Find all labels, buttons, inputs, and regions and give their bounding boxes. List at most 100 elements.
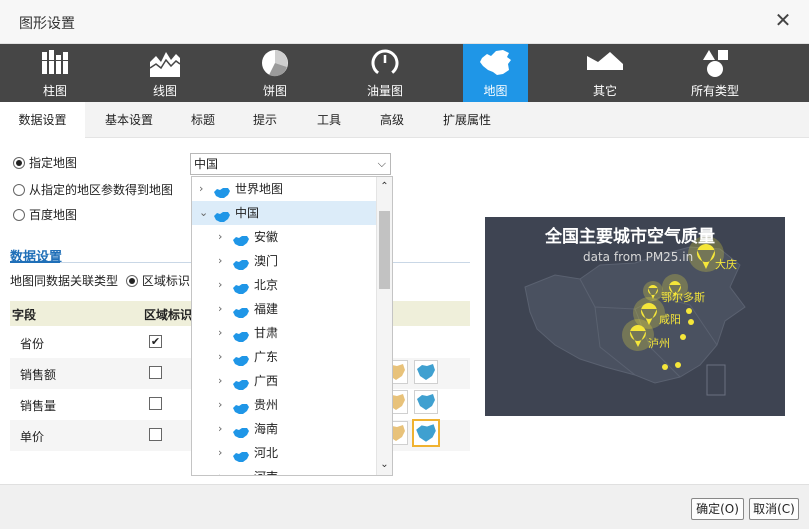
tree-node[interactable]: › 北京 (192, 273, 377, 297)
chart-type-label: 线图 (152, 84, 177, 98)
chart-type-label: 其它 (592, 84, 617, 98)
expander-icon[interactable]: › (218, 417, 222, 441)
cancel-button[interactable]: 取消(C) (749, 498, 799, 520)
radio-button[interactable] (13, 184, 25, 196)
chart-type-pie-chart[interactable]: 饼图 (242, 44, 308, 102)
line-chart-icon (149, 52, 181, 77)
tree-node[interactable]: › 广东 (192, 345, 377, 369)
radio-specified-map[interactable]: 指定地图 (13, 153, 77, 173)
radio-baidu-map[interactable]: 百度地图 (13, 205, 77, 225)
map-tree-dropdown: › 世界地图 ⌄ 中国 › 安徽 › 澳门 › 北京 › 福建 › 甘肃 › 广东 › 广西 › 贵州 › 海南 › 河北 › 河… (191, 176, 393, 476)
radio-label: 指定地图 (29, 156, 78, 170)
chart-type-map[interactable]: 地图 (463, 44, 528, 102)
settings-tabs: 数据设置 基本设置 标题 提示 工具 高级 扩展属性 (0, 102, 809, 139)
expander-icon[interactable]: › (218, 393, 222, 417)
expander-icon[interactable]: › (218, 297, 222, 321)
tab-tooltip[interactable]: 提示 (242, 102, 288, 138)
dialog-titlebar: 图形设置 ✕ (0, 0, 809, 44)
tree-node[interactable]: › 广西 (192, 369, 377, 393)
field-name: 省份 (20, 337, 45, 351)
tree-node[interactable]: › 贵州 (192, 393, 377, 417)
map-preview: 全国主要城市空气质量 data from PM25.in 大庆 鄂尔多斯 咸阳 … (485, 217, 785, 416)
map-style-thumb[interactable] (414, 360, 438, 384)
tab-basic-settings[interactable]: 基本设置 (92, 102, 166, 138)
scrollbar-thumb[interactable] (379, 211, 390, 289)
tree-node-label: 海南 (254, 422, 279, 436)
chart-type-gauge[interactable]: 油量图 (352, 44, 418, 102)
chevron-down-icon[interactable]: ⌄ (377, 457, 392, 473)
china-map-icon (479, 50, 511, 75)
tree-node-label: 广东 (254, 350, 279, 364)
tab-advanced[interactable]: 高级 (369, 102, 415, 138)
ok-button[interactable]: 确定(O) (691, 498, 744, 520)
tree-node[interactable]: ⌄ 中国 (192, 201, 377, 225)
radio-map-from-region-param[interactable]: 从指定的地区参数得到地图 (13, 180, 173, 200)
tree-node-label: 河北 (254, 446, 279, 460)
tree-node-label: 甘肃 (254, 326, 279, 340)
chevron-down-icon[interactable]: ⌵ (378, 154, 386, 174)
region-id-checkbox[interactable] (149, 366, 162, 379)
tree-node-label: 河南 (254, 465, 278, 475)
chevron-up-icon[interactable]: ⌃ (377, 179, 392, 195)
city-label: 咸阳 (659, 313, 681, 326)
region-id-checkbox[interactable] (149, 428, 162, 441)
tree-node[interactable]: › 福建 (192, 297, 377, 321)
region-id-checkbox[interactable]: ✔ (149, 335, 162, 348)
shapes-icon (703, 50, 728, 77)
expander-icon[interactable]: › (218, 345, 222, 369)
col-field: 字段 (12, 308, 37, 322)
assoc-type-label: 地图同数据关联类型 (10, 274, 119, 288)
region-id-checkbox[interactable] (149, 397, 162, 410)
tree-node[interactable]: › 安徽 (192, 225, 377, 249)
tree-node[interactable]: › 澳门 (192, 249, 377, 273)
expander-icon[interactable]: › (199, 177, 203, 201)
map-style-thumb-selected[interactable] (412, 419, 440, 447)
chart-type-bar: 柱图 线图 饼图 油量图 地图 其它 所有类型 (0, 44, 809, 102)
expander-icon[interactable]: › (218, 369, 222, 393)
chart-type-label: 地图 (483, 84, 508, 98)
map-select[interactable]: 中国 ⌵ (190, 153, 391, 175)
tree-node[interactable]: › 河南 (192, 465, 377, 475)
tree-node[interactable]: › 河北 (192, 441, 377, 465)
map-node-icon (232, 471, 250, 475)
expander-icon[interactable]: › (218, 225, 222, 249)
chart-type-all[interactable]: 所有类型 (682, 44, 748, 102)
tab-data-settings[interactable]: 数据设置 (0, 102, 85, 139)
chart-type-line-chart[interactable]: 线图 (132, 44, 198, 102)
tree-node-label: 广西 (254, 374, 279, 388)
expander-icon[interactable]: › (218, 321, 222, 345)
tab-tools[interactable]: 工具 (306, 102, 352, 138)
expander-icon[interactable]: › (218, 249, 222, 273)
map-select-value: 中国 (194, 157, 219, 171)
tree-node-label: 贵州 (254, 398, 279, 412)
expander-icon[interactable]: › (218, 465, 222, 475)
field-name: 销售额 (20, 368, 57, 382)
field-name: 单价 (20, 430, 45, 444)
expander-icon[interactable]: › (218, 441, 222, 465)
expander-icon[interactable]: ⌄ (199, 201, 208, 225)
city-label: 大庆 (715, 258, 737, 271)
tab-title[interactable]: 标题 (180, 102, 226, 138)
radio-label: 从指定的地区参数得到地图 (29, 183, 174, 197)
field-name: 销售量 (20, 399, 57, 413)
assoc-radio[interactable] (125, 275, 138, 287)
tree-node-label: 澳门 (254, 254, 279, 268)
tab-extended-properties[interactable]: 扩展属性 (436, 102, 498, 138)
pie-chart-icon (262, 50, 288, 77)
expander-icon[interactable]: › (218, 273, 222, 297)
radio-button[interactable] (13, 157, 25, 169)
tree-node[interactable]: › 世界地图 (192, 177, 377, 201)
chart-type-label: 油量图 (366, 84, 403, 98)
tree-scrollbar[interactable]: ⌃ ⌄ (376, 177, 392, 475)
radio-button[interactable] (13, 209, 25, 221)
chart-type-bar-chart[interactable]: 柱图 (22, 44, 88, 102)
city-label: 泸州 (648, 337, 670, 350)
chart-type-label: 饼图 (262, 84, 287, 98)
tree-node[interactable]: › 海南 (192, 417, 377, 441)
map-style-thumb[interactable] (414, 390, 438, 414)
chart-type-other[interactable]: 其它 (572, 44, 638, 102)
tree-node[interactable]: › 甘肃 (192, 321, 377, 345)
tree-node-label: 福建 (254, 302, 279, 316)
close-icon[interactable]: ✕ (773, 10, 793, 30)
preview-subtitle: data from PM25.in (583, 250, 694, 264)
